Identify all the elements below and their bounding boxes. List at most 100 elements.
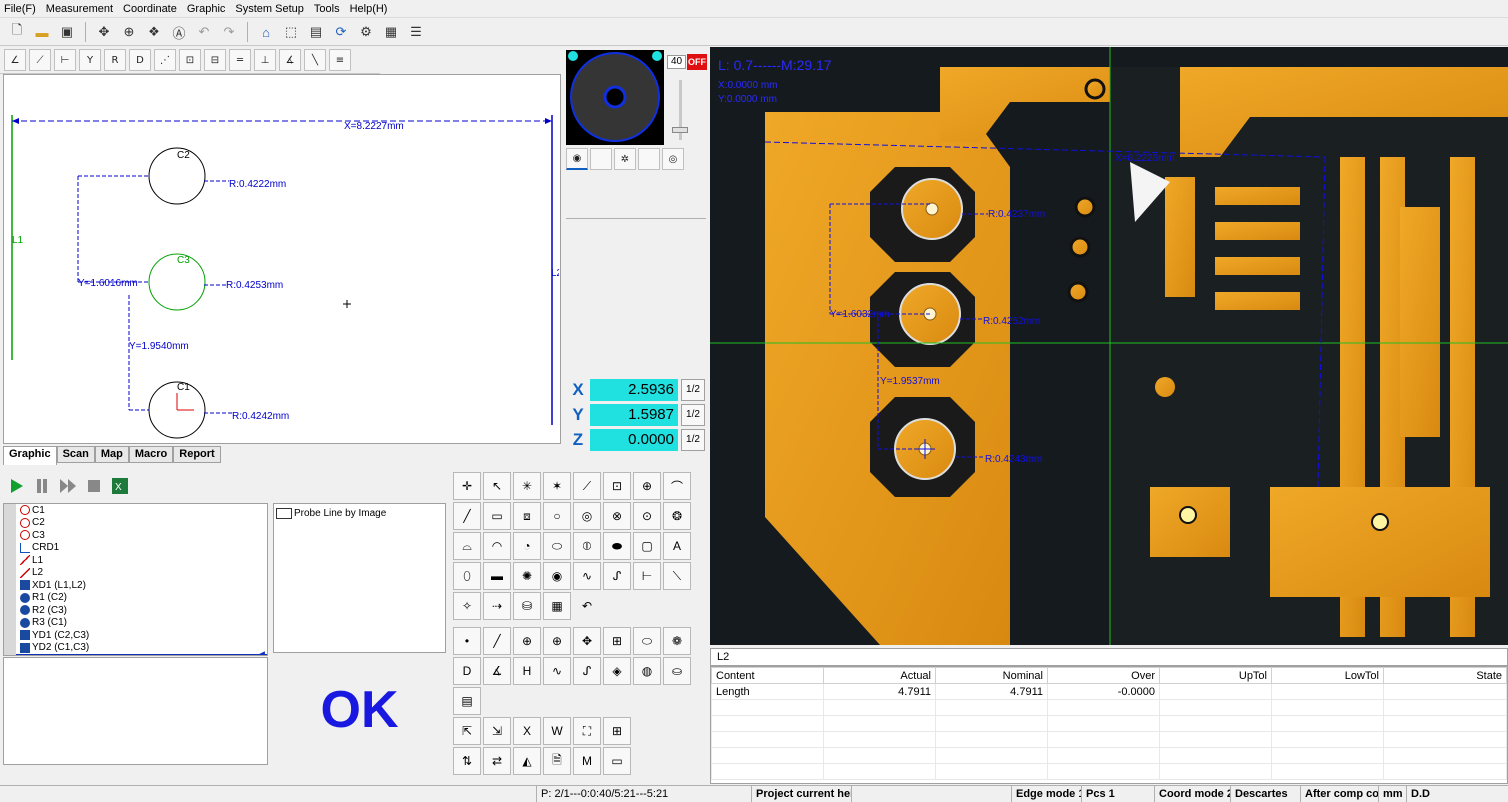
menu-coordinate[interactable]: Coordinate (123, 3, 177, 15)
red-circle-pts-icon[interactable]: ✥ (573, 627, 601, 655)
tab-report[interactable]: Report (173, 446, 221, 463)
coord-translate-icon[interactable]: ⇄ (483, 747, 511, 775)
list-item[interactable]: XD1 (L1,L2) (4, 579, 267, 592)
line-fit-icon[interactable]: ⟋ (573, 472, 601, 500)
point-distance-icon[interactable]: ⋰ (154, 49, 176, 71)
menu-system-setup[interactable]: System Setup (235, 3, 303, 15)
move-icon[interactable]: ✥ (93, 21, 115, 43)
text-icon[interactable]: Ⓐ (168, 21, 190, 43)
stop-icon[interactable] (83, 475, 105, 497)
intersect-point-icon[interactable]: ✶ (543, 472, 571, 500)
auto-focus-icon[interactable]: ⊡ (603, 472, 631, 500)
y-half-button[interactable]: 1/2 (681, 403, 705, 426)
disc-icon[interactable]: ◉ (543, 562, 571, 590)
list-item[interactable]: R3 (C1) (4, 617, 267, 630)
probe-icon[interactable]: ⛁ (513, 592, 541, 620)
layers-icon[interactable]: ◈ (603, 657, 631, 685)
list-item[interactable]: CRD1 (4, 542, 267, 555)
perpendicular-icon[interactable]: ⊥ (254, 49, 276, 71)
save-icon[interactable]: ▣ (56, 21, 78, 43)
x-distance-icon[interactable]: ⊢ (54, 49, 76, 71)
red-circle-icon[interactable]: ⊕ (513, 627, 541, 655)
grid-icon[interactable]: ▦ (380, 21, 402, 43)
angle-a-icon[interactable]: ∡ (483, 657, 511, 685)
list-item[interactable]: C3 (4, 529, 267, 542)
fit-view-icon[interactable]: ⛶ (573, 717, 601, 745)
home-icon[interactable]: ⌂ (255, 21, 277, 43)
coord-origin-icon[interactable]: ⇱ (453, 717, 481, 745)
pause-icon[interactable] (31, 475, 53, 497)
excel-icon[interactable]: X (513, 717, 541, 745)
settings-gear-icon[interactable]: ⚙ (355, 21, 377, 43)
distance-d-icon[interactable]: D (453, 657, 481, 685)
rect-line-icon[interactable]: ▭ (483, 502, 511, 530)
tab-graphic[interactable]: Graphic (3, 446, 57, 465)
image-icon[interactable]: ▤ (305, 21, 327, 43)
light-preview[interactable] (566, 50, 664, 145)
axis-move-icon[interactable]: ⇢ (483, 592, 511, 620)
arc-segment-icon[interactable]: ◔ (513, 532, 541, 560)
tab-map[interactable]: Map (94, 446, 129, 463)
slot-icon[interactable]: ⬯ (453, 562, 481, 590)
circle-cross-icon[interactable]: ⊗ (603, 502, 631, 530)
text-tool-icon[interactable]: A (663, 532, 691, 560)
red-line-icon[interactable]: ╱ (483, 627, 511, 655)
menu-file[interactable]: File(F) (4, 3, 36, 15)
zoom-icon[interactable]: ⊕ (118, 21, 140, 43)
radius-icon[interactable]: R (104, 49, 126, 71)
menu-tools[interactable]: Tools (314, 3, 340, 15)
coord-set-icon[interactable]: ⇲ (483, 717, 511, 745)
slot-fill-icon[interactable]: ▬ (483, 562, 511, 590)
line-icon[interactable]: ╲ (304, 49, 326, 71)
list-item[interactable]: C1 (4, 504, 267, 517)
list-item[interactable]: L2 (4, 567, 267, 580)
ring-light-icon[interactable]: ✲ (614, 148, 636, 170)
graphic-canvas[interactable]: X=8.2227mm L1 L2 C2 C3 C1 R:0.4222mm R:0… (3, 74, 561, 444)
angle-measure-icon[interactable]: ∠ (4, 49, 26, 71)
point-tool-icon[interactable]: ✛ (453, 472, 481, 500)
word-icon[interactable]: W (543, 717, 571, 745)
fast-forward-icon[interactable] (57, 475, 79, 497)
list-item[interactable]: YD1 (C2,C3) (4, 629, 267, 642)
light-slider-thumb[interactable] (672, 127, 688, 133)
height-icon[interactable]: ⊢ (633, 562, 661, 590)
new-file-icon[interactable]: 🗋 (6, 21, 28, 43)
dxf-icon[interactable]: ◭ (513, 747, 541, 775)
red-point-icon[interactable]: • (453, 627, 481, 655)
xy-distance-icon[interactable]: ⊡ (179, 49, 201, 71)
red-circle-cross-icon[interactable]: ⊕ (543, 627, 571, 655)
multi-line-icon[interactable]: ≡ (329, 49, 351, 71)
menu-graphic[interactable]: Graphic (187, 3, 226, 15)
tab-scan[interactable]: Scan (56, 446, 95, 463)
arc-band-icon[interactable]: ◠ (483, 532, 511, 560)
yd-distance-icon[interactable]: ⊟ (204, 49, 226, 71)
table-row[interactable]: Length 4.7911 4.7911 -0.0000 (711, 683, 1507, 700)
light-off-button[interactable]: OFF (687, 54, 707, 70)
y-distance-icon[interactable]: Y (79, 49, 101, 71)
arc-tool-icon[interactable]: ⌒ (663, 472, 691, 500)
circle-point-icon[interactable]: ⊙ (633, 502, 661, 530)
angle-tool-icon[interactable]: ⟋ (29, 49, 51, 71)
pan-icon[interactable]: ❖ (143, 21, 165, 43)
ellipse-icon[interactable]: ⬭ (543, 532, 571, 560)
red-ellipse-icon[interactable]: ⬭ (633, 627, 661, 655)
multi-circle-icon[interactable]: ❂ (663, 502, 691, 530)
blank-light-button[interactable] (590, 148, 612, 170)
center-view-icon[interactable]: ⊞ (603, 717, 631, 745)
list-item[interactable]: R1 (C2) (4, 592, 267, 605)
select-region-icon[interactable]: ⬚ (280, 21, 302, 43)
globe-icon[interactable]: ◍ (633, 657, 661, 685)
redo-icon[interactable]: ↷ (218, 21, 240, 43)
curve-icon[interactable]: ∿ (573, 562, 601, 590)
coaxial-light-icon[interactable]: ◉ (566, 148, 588, 170)
menu-measurement[interactable]: Measurement (46, 3, 113, 15)
list-item[interactable]: YD2 (C1,C3) (4, 642, 267, 655)
compass-icon[interactable]: ✧ (453, 592, 481, 620)
list-icon[interactable]: ☰ (405, 21, 427, 43)
camera-image-view[interactable]: L: 0.7------M:29.17 X:0.0000 mm Y:0.0000… (710, 47, 1508, 645)
cylinder-icon[interactable]: ⛀ (663, 657, 691, 685)
gear-circle-icon[interactable]: ✺ (513, 562, 541, 590)
line-angle-icon[interactable]: ⟍ (663, 562, 691, 590)
surface-light-icon[interactable]: ◎ (662, 148, 684, 170)
pointer-tool-icon[interactable]: ↖ (483, 472, 511, 500)
